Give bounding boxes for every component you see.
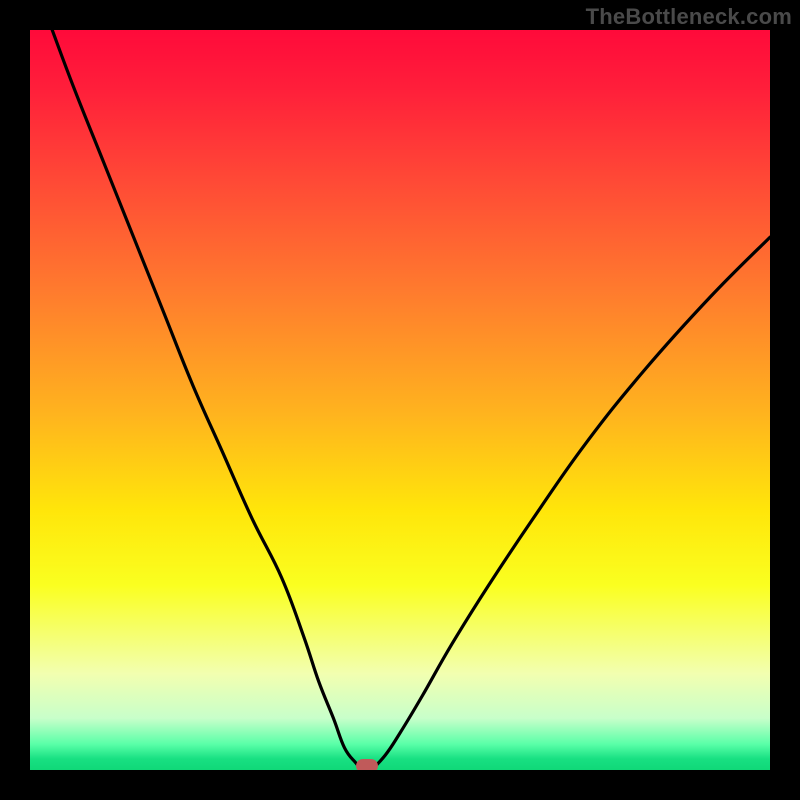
bottleneck-curve xyxy=(30,30,770,770)
optimal-marker xyxy=(356,759,378,770)
watermark-text: TheBottleneck.com xyxy=(586,4,792,30)
chart-frame: TheBottleneck.com xyxy=(0,0,800,800)
plot-area xyxy=(30,30,770,770)
